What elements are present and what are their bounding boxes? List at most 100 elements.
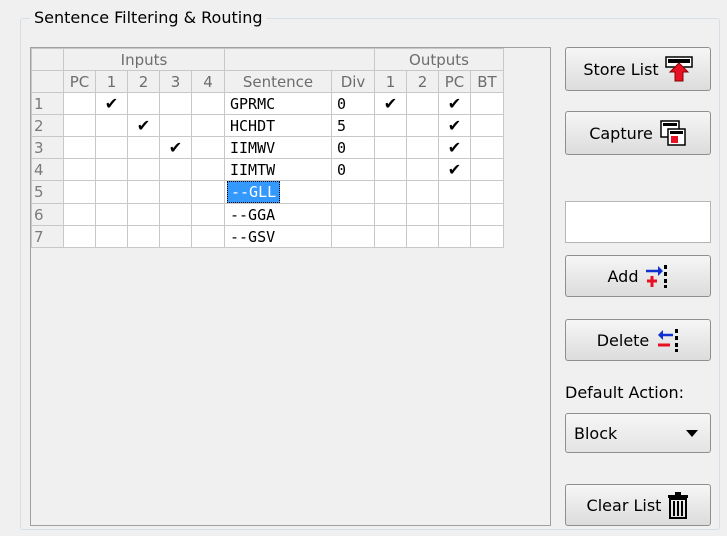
table-row[interactable]: 6 --GGA [31,203,504,226]
output-cell[interactable] [406,136,439,159]
input-cell[interactable] [127,136,160,159]
column-header[interactable]: 2 [406,70,439,93]
sentence-grid[interactable]: Inputs Outputs PC 1 2 3 4 Sentence Div 1 2 PC BT 1… [30,47,551,526]
sentence-cell[interactable]: GPRMC [224,92,332,115]
input-cell[interactable] [159,92,192,115]
input-cell[interactable] [191,92,225,115]
input-cell[interactable] [63,203,96,226]
sentence-cell[interactable]: --GLL [224,180,332,204]
output-cell[interactable] [470,180,504,204]
table-row[interactable]: 7 --GSV [31,225,504,248]
input-cell[interactable] [127,203,160,226]
div-cell[interactable]: 5 [331,114,375,137]
table-row[interactable]: 3 ✔ IIMWV 0 ✔ [31,136,504,159]
input-cell[interactable] [95,203,128,226]
input-cell[interactable]: ✔ [127,114,160,137]
column-header[interactable]: 1 [374,70,407,93]
input-cell[interactable] [191,180,225,204]
column-header[interactable]: BT [470,70,504,93]
div-cell[interactable]: 0 [331,92,375,115]
sentence-input[interactable] [565,201,711,243]
input-cell[interactable] [127,180,160,204]
output-cell[interactable] [470,114,504,137]
output-cell[interactable] [374,203,407,226]
output-cell[interactable] [470,203,504,226]
delete-button[interactable]: Delete [565,319,711,361]
input-cell[interactable] [127,92,160,115]
output-cell[interactable]: ✔ [438,136,471,159]
column-header[interactable]: 1 [95,70,128,93]
div-cell[interactable] [331,225,375,248]
input-cell[interactable]: ✔ [159,136,192,159]
input-cell[interactable] [127,225,160,248]
output-cell[interactable] [406,180,439,204]
output-cell[interactable] [406,158,439,181]
output-cell[interactable] [438,203,471,226]
output-cell[interactable] [470,92,504,115]
column-header[interactable]: 4 [191,70,225,93]
store-list-button[interactable]: Store List [565,47,711,91]
row-number[interactable]: 7 [31,225,64,248]
column-header[interactable]: 2 [127,70,160,93]
column-header[interactable]: PC [63,70,96,93]
output-cell[interactable] [470,225,504,248]
row-number[interactable]: 3 [31,136,64,159]
input-cell[interactable] [95,180,128,204]
sentence-cell[interactable]: IIMTW [224,158,332,181]
output-cell[interactable] [406,203,439,226]
output-cell[interactable] [374,136,407,159]
input-cell[interactable] [63,136,96,159]
column-header[interactable]: Sentence [224,70,332,93]
output-cell[interactable] [470,136,504,159]
input-cell[interactable] [159,180,192,204]
input-cell[interactable] [191,203,225,226]
input-cell[interactable] [191,225,225,248]
column-header[interactable]: Div [331,70,375,93]
sentence-cell[interactable]: IIMWV [224,136,332,159]
column-header[interactable]: PC [438,70,471,93]
output-cell[interactable] [374,225,407,248]
default-action-select[interactable]: Block [565,413,711,453]
input-cell[interactable] [95,136,128,159]
div-cell[interactable]: 0 [331,136,375,159]
output-cell[interactable]: ✔ [438,92,471,115]
input-cell[interactable]: ✔ [95,92,128,115]
output-cell[interactable] [438,180,471,204]
input-cell[interactable] [63,114,96,137]
input-cell[interactable] [95,158,128,181]
input-cell[interactable] [63,158,96,181]
output-cell[interactable] [470,158,504,181]
input-cell[interactable] [159,203,192,226]
input-cell[interactable] [191,136,225,159]
output-cell[interactable] [406,225,439,248]
row-number[interactable]: 4 [31,158,64,181]
output-cell[interactable] [438,225,471,248]
output-cell[interactable]: ✔ [438,114,471,137]
input-cell[interactable] [95,114,128,137]
input-cell[interactable] [159,114,192,137]
table-row[interactable]: 5 --GLL [31,180,504,204]
div-cell[interactable] [331,203,375,226]
output-cell[interactable] [406,114,439,137]
input-cell[interactable] [63,92,96,115]
input-cell[interactable] [159,225,192,248]
input-cell[interactable] [63,225,96,248]
selected-sentence[interactable]: --GLL [227,181,281,203]
output-cell[interactable] [374,114,407,137]
sentence-cell[interactable]: --GSV [224,225,332,248]
column-header[interactable]: 3 [159,70,192,93]
clear-list-button[interactable]: Clear List [565,484,711,526]
input-cell[interactable] [159,158,192,181]
input-cell[interactable] [127,158,160,181]
output-cell[interactable] [406,92,439,115]
row-number[interactable]: 5 [31,180,64,204]
capture-button[interactable]: Capture [565,111,711,155]
input-cell[interactable] [63,180,96,204]
table-row[interactable]: 2 ✔ HCHDT 5 ✔ [31,114,504,137]
output-cell[interactable]: ✔ [374,92,407,115]
row-number[interactable]: 2 [31,114,64,137]
sentence-cell[interactable]: --GGA [224,203,332,226]
input-cell[interactable] [191,114,225,137]
table-row[interactable]: 1 ✔ GPRMC 0 ✔ ✔ [31,92,504,115]
table-row[interactable]: 4 IIMTW 0 ✔ [31,158,504,181]
